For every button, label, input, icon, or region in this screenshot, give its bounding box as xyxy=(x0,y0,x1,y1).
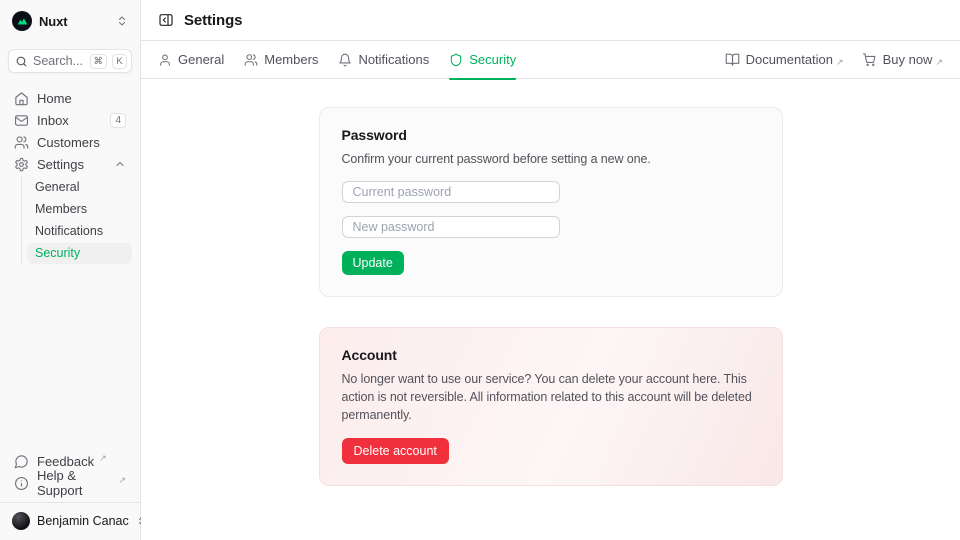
chevron-up-down-icon xyxy=(116,15,128,27)
sidebar-footer-nav: Feedback ↗ Help & Support ↗ xyxy=(8,450,132,494)
sidebar-item-home[interactable]: Home xyxy=(8,87,132,109)
tab-label: General xyxy=(178,52,224,67)
password-card-title: Password xyxy=(342,127,760,143)
search-placeholder: Search... xyxy=(33,54,85,68)
page-header: Settings xyxy=(141,0,960,41)
sidebar: Nuxt Search... ⌘ K Home xyxy=(0,0,141,540)
users-icon xyxy=(244,53,258,67)
inbox-count-badge: 4 xyxy=(110,113,126,128)
tab-bar: General Members Notifications Security xyxy=(141,41,960,79)
gear-icon xyxy=(14,157,29,172)
new-password-field[interactable] xyxy=(342,216,560,238)
external-link-icon: ↗ xyxy=(935,57,943,68)
sidebar-item-settings[interactable]: Settings xyxy=(8,153,132,175)
sidebar-nav: Home Inbox 4 Customers Settings xyxy=(8,87,132,264)
sidebar-item-label: Feedback xyxy=(37,454,94,469)
home-icon xyxy=(14,91,29,106)
sidebar-item-label: Home xyxy=(37,91,72,106)
mail-icon xyxy=(14,113,29,128)
book-open-icon xyxy=(725,52,740,67)
sidebar-spacer xyxy=(8,264,132,436)
search-input[interactable]: Search... ⌘ K xyxy=(8,49,132,73)
documentation-link[interactable]: Documentation ↗ xyxy=(725,52,844,68)
sidebar-item-customers[interactable]: Customers xyxy=(8,131,132,153)
sidebar-item-inbox[interactable]: Inbox 4 xyxy=(8,109,132,131)
header-actions: Documentation ↗ Buy now ↗ xyxy=(725,52,943,68)
chat-bubble-icon xyxy=(14,454,29,469)
sidebar-item-help-support[interactable]: Help & Support ↗ xyxy=(8,472,132,494)
users-icon xyxy=(14,135,29,150)
info-circle-icon xyxy=(14,476,29,491)
action-label: Documentation xyxy=(746,52,833,67)
tab-general[interactable]: General xyxy=(158,41,224,79)
tab-label: Security xyxy=(469,52,516,67)
sidebar-item-security[interactable]: Security xyxy=(27,243,132,264)
action-label: Buy now xyxy=(883,52,933,67)
user-icon xyxy=(158,53,172,67)
sidebar-item-label: Settings xyxy=(37,157,84,172)
kbd-k: K xyxy=(112,54,127,69)
nuxt-logo-icon xyxy=(12,11,32,31)
account-card-description: No longer want to use our service? You c… xyxy=(342,370,760,424)
app-window: Nuxt Search... ⌘ K Home xyxy=(0,0,960,540)
sidebar-item-members[interactable]: Members xyxy=(27,199,132,220)
settings-security-content: Password Confirm your current password b… xyxy=(141,79,960,540)
external-link-icon: ↗ xyxy=(118,475,126,486)
sidebar-item-general[interactable]: General xyxy=(27,177,132,198)
user-menu[interactable]: Benjamin Canac xyxy=(8,503,132,532)
user-name: Benjamin Canac xyxy=(37,514,129,528)
page-title: Settings xyxy=(184,12,242,29)
tab-label: Notifications xyxy=(358,52,429,67)
tab-label: Members xyxy=(264,52,318,67)
sidebar-item-label: Inbox xyxy=(37,113,69,128)
shopping-cart-icon xyxy=(862,52,877,67)
sidebar-item-notifications[interactable]: Notifications xyxy=(27,221,132,242)
search-icon xyxy=(15,55,28,68)
sidebar-item-label: Help & Support xyxy=(37,468,113,498)
main-panel: Settings General Members Notifications xyxy=(141,0,960,540)
tab-security[interactable]: Security xyxy=(449,41,516,79)
current-password-field[interactable] xyxy=(342,181,560,203)
tab-members[interactable]: Members xyxy=(244,41,318,79)
kbd-meta: ⌘ xyxy=(90,54,108,69)
workspace-switcher[interactable]: Nuxt xyxy=(8,8,132,34)
account-card: Account No longer want to use our servic… xyxy=(319,327,783,485)
account-card-title: Account xyxy=(342,347,760,363)
bell-icon xyxy=(338,53,352,67)
tab-notifications[interactable]: Notifications xyxy=(338,41,429,79)
shield-icon xyxy=(449,53,463,67)
external-link-icon: ↗ xyxy=(836,57,844,68)
sidebar-collapse-icon[interactable] xyxy=(158,12,174,28)
password-card-description: Confirm your current password before set… xyxy=(342,150,760,168)
delete-account-button[interactable]: Delete account xyxy=(342,438,449,464)
chevron-up-icon xyxy=(114,158,126,170)
workspace-name: Nuxt xyxy=(39,14,68,29)
avatar xyxy=(12,512,30,530)
password-card: Password Confirm your current password b… xyxy=(319,107,783,297)
settings-submenu: General Members Notifications Security xyxy=(21,177,132,264)
buy-now-link[interactable]: Buy now ↗ xyxy=(862,52,943,68)
update-password-button[interactable]: Update xyxy=(342,251,404,275)
sidebar-item-label: Customers xyxy=(37,135,100,150)
external-link-icon: ↗ xyxy=(99,453,107,464)
